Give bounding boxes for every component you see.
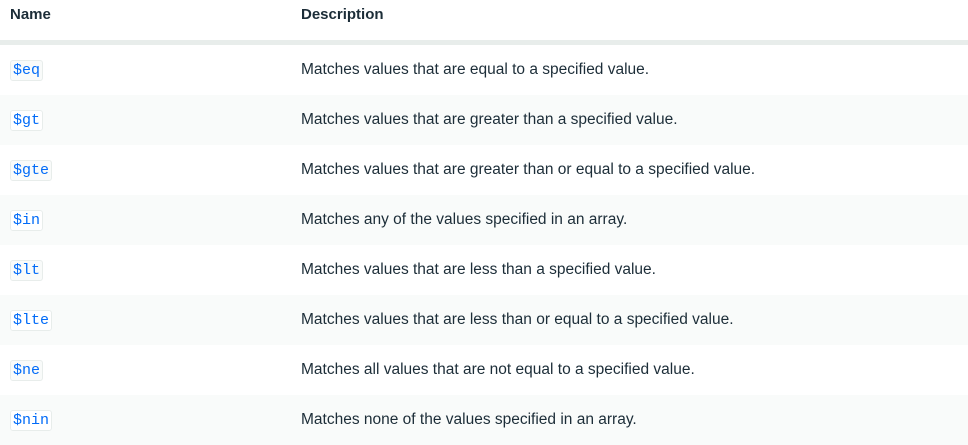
operator-link-eq[interactable]: $eq <box>10 59 44 81</box>
table-row: $eq Matches values that are equal to a s… <box>0 45 968 95</box>
table-row: $in Matches any of the values specified … <box>0 195 968 245</box>
row-description: Matches none of the values specified in … <box>301 411 637 428</box>
row-description: Matches all values that are not equal to… <box>301 361 695 378</box>
row-description: Matches values that are equal to a speci… <box>301 61 650 78</box>
table-row: $gt Matches values that are greater than… <box>0 95 968 145</box>
table-row: $lte Matches values that are less than o… <box>0 295 968 345</box>
operator-link-nin[interactable]: $nin <box>10 409 53 431</box>
table-row: $nin Matches none of the values specifie… <box>0 395 968 445</box>
header-name: Name <box>10 6 51 23</box>
row-description: Matches values that are less than or equ… <box>301 311 734 328</box>
operator-link-lte[interactable]: $lte <box>10 309 53 331</box>
row-description: Matches values that are greater than a s… <box>301 111 678 128</box>
row-description: Matches any of the values specified in a… <box>301 211 628 228</box>
row-description: Matches values that are less than a spec… <box>301 261 656 278</box>
operator-link-gte[interactable]: $gte <box>10 159 53 181</box>
table-row: $lt Matches values that are less than a … <box>0 245 968 295</box>
operator-link-lt[interactable]: $lt <box>10 259 44 281</box>
operator-link-gt[interactable]: $gt <box>10 109 44 131</box>
operators-table: Name Description $eq Matches values that… <box>0 0 968 445</box>
operator-link-in[interactable]: $in <box>10 209 44 231</box>
operator-link-ne[interactable]: $ne <box>10 359 44 381</box>
table-row: $gte Matches values that are greater tha… <box>0 145 968 195</box>
table-header: Name Description <box>0 0 968 45</box>
table-row: $ne Matches all values that are not equa… <box>0 345 968 395</box>
row-description: Matches values that are greater than or … <box>301 161 756 178</box>
header-description: Description <box>301 6 384 23</box>
